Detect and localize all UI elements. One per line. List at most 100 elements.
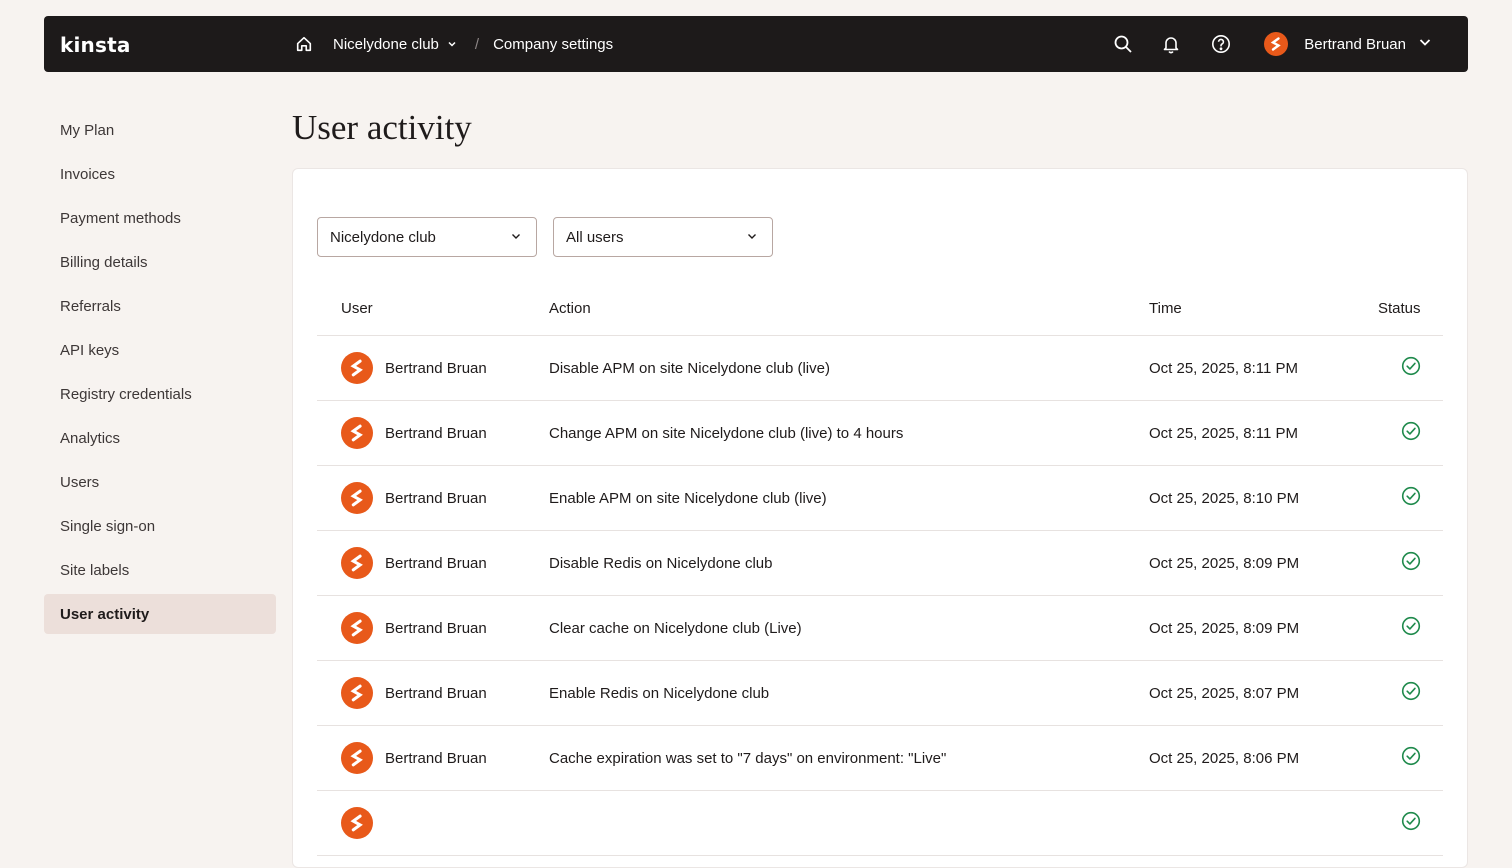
sidebar-item-analytics[interactable]: Analytics [44,418,276,458]
sidebar-item-label: My Plan [60,121,115,139]
bell-icon[interactable] [1160,33,1182,55]
sidebar-item-site-labels[interactable]: Site labels [44,550,276,590]
home-icon[interactable] [294,34,314,54]
chevron-down-icon [447,39,457,49]
column-header-user: User [341,299,373,317]
column-header-action: Action [549,299,591,317]
sidebar-item-api-keys[interactable]: API keys [44,330,276,370]
table-row: Bertrand Bruan Cache expiration was set t… [317,726,1443,791]
sidebar-item-billing-details[interactable]: Billing details [44,242,276,282]
sidebar-item-referrals[interactable]: Referrals [44,286,276,326]
cell-status [1378,616,1443,640]
header-actions: Bertrand Bruan [1112,16,1432,72]
sidebar-item-users[interactable]: Users [44,462,276,502]
user-name: Bertrand Bruan [385,684,487,702]
settings-sidebar: My Plan Invoices Payment methods Billing… [44,110,276,638]
filter-bar: Nicelydone club All users [317,217,773,257]
users-select-value: All users [566,228,624,246]
cell-user: Bertrand Bruan [317,547,549,579]
avatar [341,482,373,514]
sidebar-item-label: Registry credentials [60,385,192,403]
cell-time: Oct 25, 2025, 8:10 PM [1149,489,1300,507]
cell-time: Oct 25, 2025, 8:09 PM [1149,554,1300,572]
chevron-down-icon [1418,35,1432,54]
avatar [341,807,373,839]
user-name: Bertrand Bruan [385,424,487,442]
breadcrumb-company[interactable]: Nicelydone club [333,36,457,53]
sidebar-item-user-activity[interactable]: User activity [44,594,276,634]
cell-action: Enable APM on site Nicelydone club (live… [549,489,827,507]
check-circle-icon [1401,681,1421,705]
cell-user: Bertrand Bruan [317,677,549,709]
check-circle-icon [1401,746,1421,770]
cell-user: Bertrand Bruan [317,612,549,644]
column-header-status: Status [1378,299,1421,317]
cell-time: Oct 25, 2025, 8:11 PM [1149,424,1298,442]
cell-action: Cache expiration was set to "7 days" on … [549,749,947,767]
check-circle-icon [1401,486,1421,510]
avatar [341,352,373,384]
cell-time: Oct 25, 2025, 8:09 PM [1149,619,1300,637]
sidebar-item-payment-methods[interactable]: Payment methods [44,198,276,238]
cell-user: Bertrand Bruan [317,417,549,449]
cell-user: Bertrand Bruan [317,742,549,774]
check-circle-icon [1401,811,1421,835]
breadcrumb: Nicelydone club / Company settings [294,16,613,72]
sidebar-item-label: Referrals [60,297,121,315]
cell-time: Oct 25, 2025, 8:07 PM [1149,684,1300,702]
table-body: Bertrand Bruan Disable APM on site Nicely… [317,336,1443,856]
user-name: Bertrand Bruan [385,489,487,507]
user-name: Bertrand Bruan [385,359,487,377]
cell-status [1378,746,1443,770]
user-name: Bertrand Bruan [385,619,487,637]
user-name: Bertrand Bruan [385,749,487,767]
search-icon[interactable] [1112,33,1134,55]
cell-status [1378,681,1443,705]
check-circle-icon [1401,551,1421,575]
avatar [1264,32,1289,56]
cell-status [1378,356,1443,380]
sidebar-item-invoices[interactable]: Invoices [44,154,276,194]
sidebar-item-label: Single sign-on [60,517,156,535]
sidebar-item-label: API keys [60,341,120,359]
table-row: Bertrand Bruan Change APM on site Nicelyd… [317,401,1443,466]
column-header-time: Time [1149,299,1182,317]
sidebar-item-registry-credentials[interactable]: Registry credentials [44,374,276,414]
sidebar-item-single-sign-on[interactable]: Single sign-on [44,506,276,546]
check-circle-icon [1401,421,1421,445]
sidebar-item-label: Site labels [60,561,130,579]
breadcrumb-separator: / [474,35,480,53]
avatar [341,677,373,709]
table-row: Bertrand Bruan Disable APM on site Nicely… [317,336,1443,401]
sidebar-item-my-plan[interactable]: My Plan [44,110,276,150]
table-row [317,791,1443,856]
sidebar-item-label: Invoices [60,165,116,183]
sidebar-item-label: Analytics [60,429,121,447]
chevron-down-icon [746,229,758,246]
activity-table: User Action Time Status Bertrand Bruan Di… [317,281,1443,856]
cell-action: Enable Redis on Nicelydone club [549,684,770,702]
user-menu[interactable]: Bertrand Bruan [1264,32,1432,56]
kinsta-logo[interactable]: kinsta [60,33,131,57]
company-select[interactable]: Nicelydone club [317,217,537,257]
breadcrumb-company-settings[interactable]: Company settings [493,36,613,53]
page-title: User activity [292,108,472,147]
cell-status [1378,486,1443,510]
table-row: Bertrand Bruan Clear cache on Nicelydone … [317,596,1443,661]
cell-action: Disable Redis on Nicelydone club [549,554,773,572]
check-circle-icon [1401,616,1421,640]
cell-status [1378,421,1443,445]
sidebar-item-label: Billing details [60,253,148,271]
cell-action: Change APM on site Nicelydone club (live… [549,424,904,442]
avatar [341,612,373,644]
cell-status [1378,551,1443,575]
help-icon[interactable] [1210,33,1232,55]
activity-card: Nicelydone club All users User Action Ti… [292,168,1468,868]
cell-status [1378,811,1443,835]
avatar [341,547,373,579]
check-circle-icon [1401,356,1421,380]
table-row: Bertrand Bruan Enable Redis on Nicelydone… [317,661,1443,726]
avatar [341,742,373,774]
users-select[interactable]: All users [553,217,773,257]
table-row: Bertrand Bruan Enable APM on site Nicelyd… [317,466,1443,531]
